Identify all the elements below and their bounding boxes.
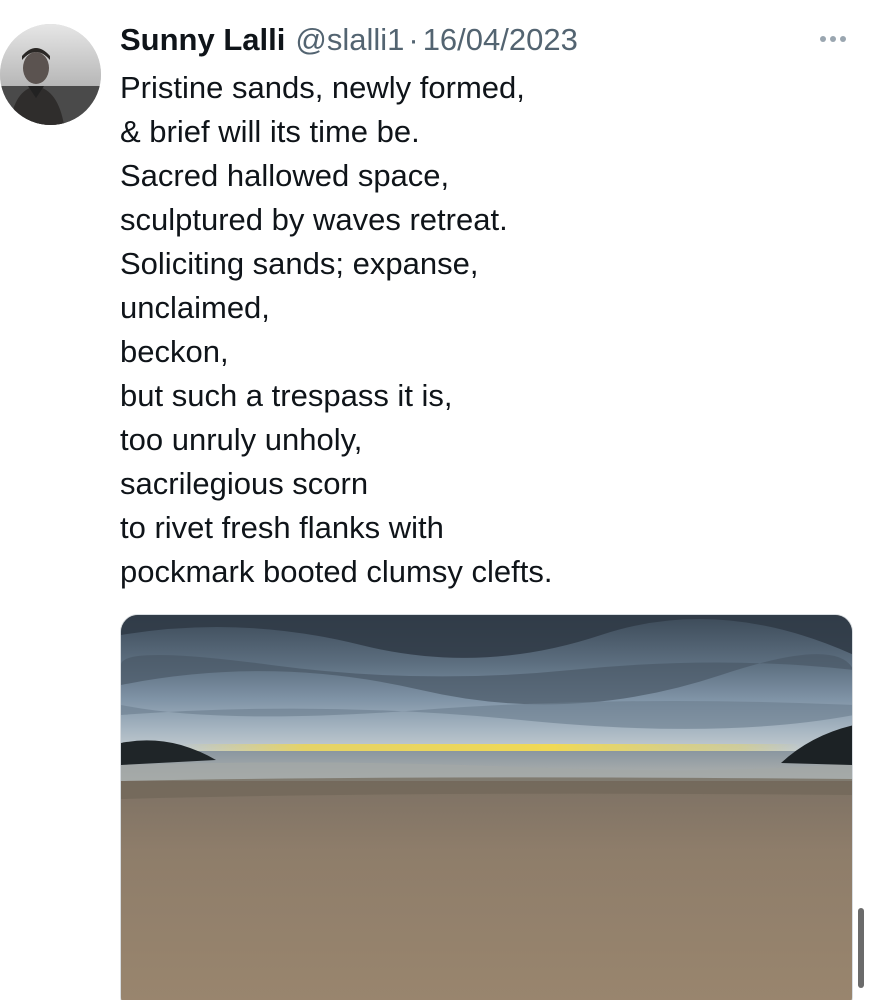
- author-name[interactable]: Sunny Lalli: [120, 20, 285, 60]
- post-date[interactable]: 16/04/2023: [423, 20, 578, 60]
- avatar-photo-icon: [0, 24, 101, 125]
- header-separator: ·: [408, 22, 419, 57]
- post-page: Sunny Lalli @slalli1 · 16/04/2023 Pristi…: [0, 0, 871, 1000]
- post-media-image[interactable]: [120, 614, 853, 1000]
- post-text-line: sacrilegious scorn: [120, 466, 369, 501]
- post-header: Sunny Lalli @slalli1 · 16/04/2023: [120, 20, 578, 60]
- post-text-line: but such a trespass it is,: [120, 378, 453, 413]
- post-text-line: beckon,: [120, 334, 229, 369]
- post-text-line: Sacred hallowed space,: [120, 158, 450, 193]
- author-handle[interactable]: @slalli1: [295, 20, 404, 60]
- post-text-line: too unruly unholy,: [120, 422, 363, 457]
- beach-photo: [121, 615, 852, 1000]
- post-text-line: Soliciting sands; expanse,: [120, 246, 479, 281]
- post-text-line: sculptured by waves retreat.: [120, 202, 508, 237]
- scrollbar[interactable]: [858, 908, 864, 988]
- more-horizontal-icon: [820, 36, 846, 42]
- post-text-line: to rivet fresh flanks with: [120, 510, 444, 545]
- post-text-line: pockmark booted clumsy clefts.: [120, 554, 553, 589]
- avatar[interactable]: [0, 24, 101, 125]
- post-text-line: Pristine sands, newly formed,: [120, 70, 525, 105]
- post-body: Pristine sands, newly formed, & brief wi…: [120, 66, 820, 594]
- post-text-line: unclaimed,: [120, 290, 270, 325]
- post-text-line: & brief will its time be.: [120, 114, 420, 149]
- more-options-button[interactable]: [812, 24, 854, 54]
